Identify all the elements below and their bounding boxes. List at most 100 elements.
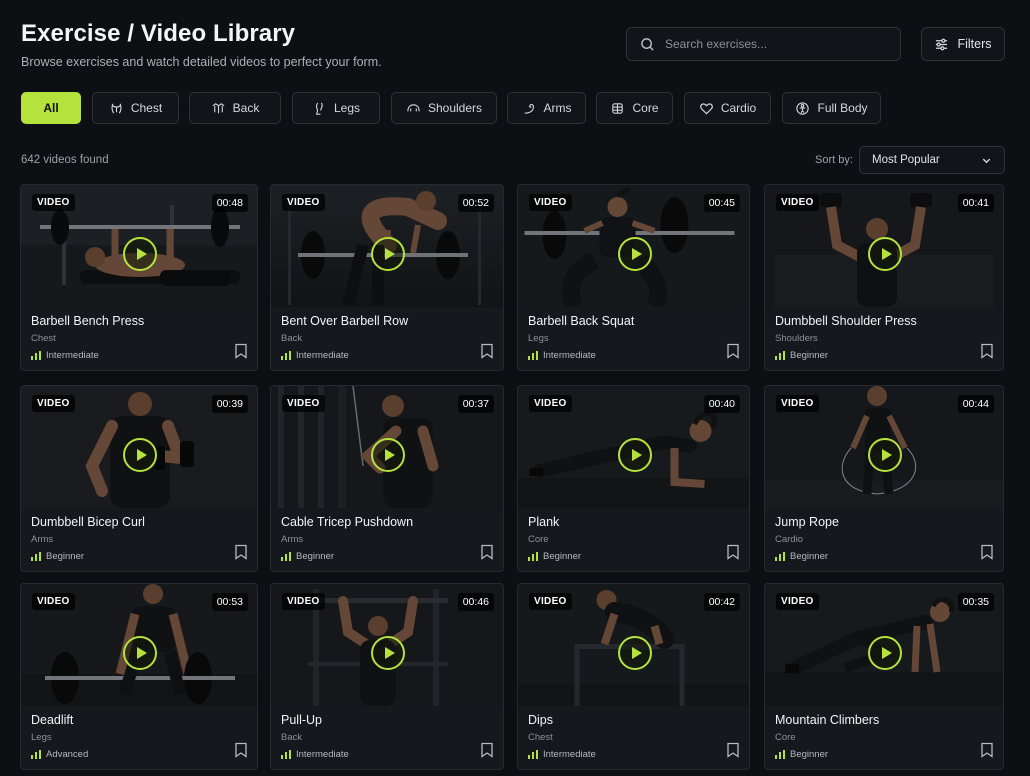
video-duration: 00:46	[457, 593, 494, 611]
video-card[interactable]: VIDEO 00:35 Mountain Climbers Core Begin…	[764, 583, 1004, 770]
chevron-down-icon	[982, 158, 991, 163]
video-title: Plank	[528, 515, 560, 529]
video-muscle-group: Shoulders	[775, 333, 818, 344]
video-duration: 00:35	[957, 593, 994, 611]
category-tab-cardio[interactable]: Cardio	[684, 92, 771, 124]
video-duration: 00:37	[457, 395, 494, 413]
category-tab-all[interactable]: All	[21, 92, 81, 124]
video-duration: 00:41	[957, 194, 994, 212]
difficulty-label: Beginner	[790, 551, 829, 562]
bar-chart-icon	[528, 552, 538, 561]
video-thumbnail[interactable]: VIDEO 00:44	[765, 386, 1003, 508]
video-thumbnail[interactable]: VIDEO 00:48	[21, 185, 257, 307]
video-muscle-group: Back	[281, 732, 303, 743]
category-tab-shoulders[interactable]: Shoulders	[391, 92, 497, 124]
bookmark-icon[interactable]	[480, 544, 494, 560]
video-card[interactable]: VIDEO 00:39 Dumbbell Bicep Curl Arms Beg…	[20, 385, 258, 572]
back-icon	[212, 102, 225, 113]
category-tab-back[interactable]: Back	[189, 92, 281, 124]
video-duration: 00:39	[211, 395, 248, 413]
category-tab-full-body[interactable]: Full Body	[782, 92, 881, 124]
play-icon	[631, 248, 642, 260]
video-card[interactable]: VIDEO 00:46 Pull-Up Back Intermediate	[270, 583, 504, 770]
filters-button[interactable]: Filters	[921, 27, 1005, 61]
play-button[interactable]	[868, 237, 902, 271]
sort-label: Sort by:	[815, 154, 853, 166]
video-card[interactable]: VIDEO 00:45 Barbell Back Squat Legs Inte…	[517, 184, 750, 371]
difficulty-label: Intermediate	[543, 749, 596, 760]
bookmark-icon[interactable]	[726, 544, 740, 560]
play-button[interactable]	[618, 237, 652, 271]
sort-dropdown[interactable]: Most Popular	[859, 146, 1005, 174]
video-thumbnail[interactable]: VIDEO 00:37	[271, 386, 503, 508]
bookmark-icon[interactable]	[980, 343, 994, 359]
video-card[interactable]: VIDEO 00:42 Dips Chest Intermediate	[517, 583, 750, 770]
category-label: Core	[632, 101, 659, 115]
play-button[interactable]	[868, 636, 902, 670]
video-thumbnail[interactable]: VIDEO 00:53	[21, 584, 257, 706]
play-button[interactable]	[618, 438, 652, 472]
category-label: Arms	[543, 101, 572, 115]
play-button[interactable]	[371, 636, 405, 670]
bookmark-icon[interactable]	[480, 343, 494, 359]
video-thumbnail[interactable]: VIDEO 00:46	[271, 584, 503, 706]
category-tab-legs[interactable]: Legs	[292, 92, 380, 124]
play-button[interactable]	[123, 438, 157, 472]
video-thumbnail[interactable]: VIDEO 00:45	[518, 185, 749, 307]
search-input[interactable]	[665, 37, 885, 51]
chest-icon	[111, 103, 122, 113]
play-button[interactable]	[123, 636, 157, 670]
bookmark-icon[interactable]	[980, 544, 994, 560]
play-button[interactable]	[123, 237, 157, 271]
video-card[interactable]: VIDEO 00:37 Cable Tricep Pushdown Arms B…	[270, 385, 504, 572]
category-tab-arms[interactable]: Arms	[507, 92, 586, 124]
difficulty-label: Beginner	[296, 551, 335, 562]
bar-chart-icon	[775, 552, 785, 561]
difficulty-label: Beginner	[790, 749, 829, 760]
video-badge: VIDEO	[32, 395, 75, 412]
video-thumbnail[interactable]: VIDEO 00:41	[765, 185, 1003, 307]
video-card[interactable]: VIDEO 00:52 Bent Over Barbell Row Back I…	[270, 184, 504, 371]
shoulders-icon	[407, 103, 420, 111]
bookmark-icon[interactable]	[980, 742, 994, 758]
video-thumbnail[interactable]: VIDEO 00:52	[271, 185, 503, 307]
video-thumbnail[interactable]: VIDEO 00:42	[518, 584, 749, 706]
category-tab-chest[interactable]: Chest	[92, 92, 179, 124]
video-card[interactable]: VIDEO 00:53 Deadlift Legs Advanced	[20, 583, 258, 770]
bookmark-icon[interactable]	[234, 742, 248, 758]
play-button[interactable]	[618, 636, 652, 670]
video-duration: 00:45	[703, 194, 740, 212]
category-label: Cardio	[720, 101, 757, 115]
sort-value: Most Popular	[872, 154, 940, 166]
category-tab-core[interactable]: Core	[596, 92, 673, 124]
video-badge: VIDEO	[776, 395, 819, 412]
video-muscle-group: Arms	[31, 534, 54, 545]
video-card[interactable]: VIDEO 00:48 Barbell Bench Press Chest In…	[20, 184, 258, 371]
bookmark-icon[interactable]	[480, 742, 494, 758]
search-icon	[641, 37, 654, 51]
video-card[interactable]: VIDEO 00:44 Jump Rope Cardio Beginner	[764, 385, 1004, 572]
video-thumbnail[interactable]: VIDEO 00:39	[21, 386, 257, 508]
bookmark-icon[interactable]	[234, 544, 248, 560]
difficulty-level: Intermediate	[528, 749, 596, 760]
video-title: Dips	[528, 713, 554, 727]
core-icon	[612, 102, 624, 114]
video-duration: 00:52	[457, 194, 494, 212]
video-thumbnail[interactable]: VIDEO 00:40	[518, 386, 749, 508]
video-muscle-group: Chest	[528, 732, 553, 743]
video-card[interactable]: VIDEO 00:41 Dumbbell Shoulder Press Shou…	[764, 184, 1004, 371]
difficulty-label: Advanced	[46, 749, 89, 760]
bookmark-icon[interactable]	[726, 742, 740, 758]
difficulty-label: Beginner	[46, 551, 85, 562]
video-thumbnail[interactable]: VIDEO 00:35	[765, 584, 1003, 706]
difficulty-label: Intermediate	[296, 749, 349, 760]
page-subtitle: Browse exercises and watch detailed vide…	[21, 55, 382, 69]
bookmark-icon[interactable]	[726, 343, 740, 359]
play-button[interactable]	[371, 438, 405, 472]
video-duration: 00:40	[703, 395, 740, 413]
bookmark-icon[interactable]	[234, 343, 248, 359]
play-button[interactable]	[868, 438, 902, 472]
search-box[interactable]	[626, 27, 901, 61]
play-button[interactable]	[371, 237, 405, 271]
video-card[interactable]: VIDEO 00:40 Plank Core Beginner	[517, 385, 750, 572]
